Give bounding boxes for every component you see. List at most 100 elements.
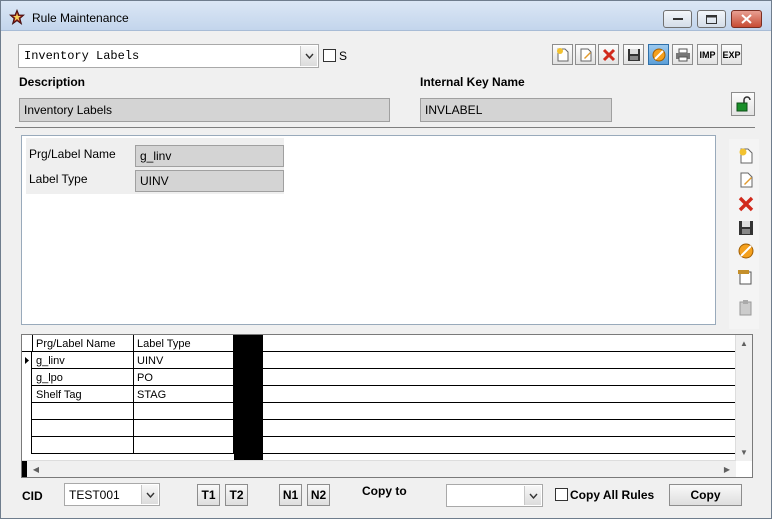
- detail-fields: Prg/Label Name g_linv Label Type UINV: [26, 138, 284, 194]
- printer-icon: [675, 48, 690, 61]
- table-row[interactable]: [22, 420, 736, 437]
- print-button[interactable]: [672, 44, 693, 65]
- maximize-icon: [706, 14, 717, 24]
- export-button[interactable]: EXP: [721, 44, 742, 65]
- copy-all-rules-label: Copy All Rules: [570, 488, 655, 502]
- column-header-label-type[interactable]: Label Type: [134, 335, 234, 352]
- detail-delete-button[interactable]: [735, 193, 757, 215]
- cid-select[interactable]: TEST001: [64, 483, 160, 506]
- cell-label-type[interactable]: STAG: [134, 386, 234, 403]
- label-type-label: Label Type: [29, 172, 88, 186]
- description-field[interactable]: Inventory Labels: [19, 98, 390, 122]
- row-selector[interactable]: [22, 352, 32, 369]
- rules-grid: Prg/Label Name Label Type g_linv UINV g_…: [21, 334, 753, 478]
- description-value: Inventory Labels: [24, 103, 113, 117]
- delete-button[interactable]: [598, 44, 619, 65]
- horizontal-scrollbar[interactable]: ◀ ▶: [22, 460, 736, 477]
- description-label: Description: [19, 75, 86, 89]
- cell-prg-label-name[interactable]: [33, 403, 134, 420]
- hscroll-left-mark: [22, 461, 27, 477]
- save-icon: [627, 48, 640, 61]
- s-checkbox[interactable]: [323, 49, 336, 62]
- detail-paste-button[interactable]: [735, 297, 757, 319]
- table-row[interactable]: Shelf Tag STAG: [22, 386, 736, 403]
- label-type-field[interactable]: UINV: [135, 170, 284, 192]
- grid-black-column: [234, 335, 263, 460]
- row-selector[interactable]: [22, 420, 32, 437]
- row-pointer-icon: [25, 357, 29, 364]
- new-document-icon: [556, 47, 568, 61]
- t1-button[interactable]: T1: [197, 484, 220, 506]
- rule-select[interactable]: Inventory Labels: [18, 44, 319, 68]
- cell-label-type[interactable]: [134, 403, 234, 420]
- close-icon: [741, 14, 752, 24]
- unlock-button[interactable]: [731, 92, 755, 116]
- copy-all-rules-checkbox[interactable]: [555, 488, 568, 501]
- detail-cancel-button[interactable]: [735, 240, 757, 262]
- maximize-button[interactable]: [697, 10, 726, 28]
- scroll-up-icon[interactable]: ▲: [736, 335, 752, 351]
- vertical-scrollbar[interactable]: ▲ ▼: [735, 335, 752, 461]
- detail-save-button[interactable]: [735, 217, 757, 239]
- detail-toolbar: [729, 139, 759, 329]
- s-checkbox-label: S: [339, 49, 348, 63]
- n1-button[interactable]: N1: [279, 484, 302, 506]
- window-title: Rule Maintenance: [32, 11, 129, 25]
- import-button[interactable]: IMP: [697, 44, 718, 65]
- detail-copy-button[interactable]: [735, 267, 757, 289]
- cell-prg-label-name[interactable]: [33, 420, 134, 437]
- close-button[interactable]: [731, 10, 762, 28]
- scroll-left-icon[interactable]: ◀: [28, 461, 44, 477]
- unlock-icon: [736, 96, 751, 112]
- minimize-icon: [672, 18, 683, 20]
- edit-button[interactable]: [575, 44, 596, 65]
- cell-prg-label-name[interactable]: g_linv: [33, 352, 134, 369]
- cell-prg-label-name[interactable]: Shelf Tag: [33, 386, 134, 403]
- detail-panel: Prg/Label Name g_linv Label Type UINV: [21, 135, 716, 325]
- cell-prg-label-name[interactable]: g_lpo: [33, 369, 134, 386]
- star-icon: [8, 8, 26, 26]
- detail-new-button[interactable]: [735, 145, 757, 167]
- delete-icon: [738, 196, 754, 212]
- scroll-down-icon[interactable]: ▼: [736, 444, 752, 460]
- row-selector[interactable]: [22, 403, 32, 420]
- cancel-button[interactable]: [648, 44, 669, 65]
- cancel-icon: [652, 48, 665, 61]
- row-selector[interactable]: [22, 369, 32, 386]
- prg-label-name-field[interactable]: g_linv: [135, 145, 284, 167]
- internal-key-value: INVLABEL: [425, 103, 483, 117]
- table-row[interactable]: g_linv UINV: [22, 352, 736, 369]
- internal-key-field[interactable]: INVLABEL: [420, 98, 612, 122]
- new-document-icon: [739, 148, 753, 164]
- detail-edit-button[interactable]: [735, 169, 757, 191]
- copy-to-select[interactable]: [446, 484, 543, 507]
- cell-label-type[interactable]: [134, 437, 234, 454]
- prg-label-name-value: g_linv: [140, 149, 172, 163]
- minimize-button[interactable]: [663, 10, 692, 28]
- header-row-selector: [22, 335, 33, 352]
- cancel-icon: [738, 243, 754, 259]
- save-icon: [739, 221, 753, 235]
- cell-prg-label-name[interactable]: [33, 437, 134, 454]
- paste-icon: [739, 300, 752, 316]
- scroll-right-icon[interactable]: ▶: [719, 461, 735, 477]
- export-label: EXP: [722, 49, 741, 60]
- column-header-prg-label-name[interactable]: Prg/Label Name: [33, 335, 134, 352]
- table-row[interactable]: [22, 437, 736, 454]
- cell-label-type[interactable]: UINV: [134, 352, 234, 369]
- chevron-down-icon[interactable]: [524, 486, 541, 505]
- table-row[interactable]: g_lpo PO: [22, 369, 736, 386]
- cell-label-type[interactable]: [134, 420, 234, 437]
- n2-button[interactable]: N2: [307, 484, 330, 506]
- copy-button[interactable]: Copy: [669, 484, 742, 506]
- cell-label-type[interactable]: PO: [134, 369, 234, 386]
- table-row[interactable]: [22, 403, 736, 420]
- chevron-down-icon[interactable]: [300, 46, 317, 66]
- row-selector[interactable]: [22, 386, 32, 403]
- save-button[interactable]: [623, 44, 644, 65]
- new-button[interactable]: [552, 44, 573, 65]
- row-selector[interactable]: [22, 437, 32, 454]
- chevron-down-icon[interactable]: [141, 485, 158, 504]
- title-bar[interactable]: Rule Maintenance: [1, 1, 771, 31]
- t2-button[interactable]: T2: [225, 484, 248, 506]
